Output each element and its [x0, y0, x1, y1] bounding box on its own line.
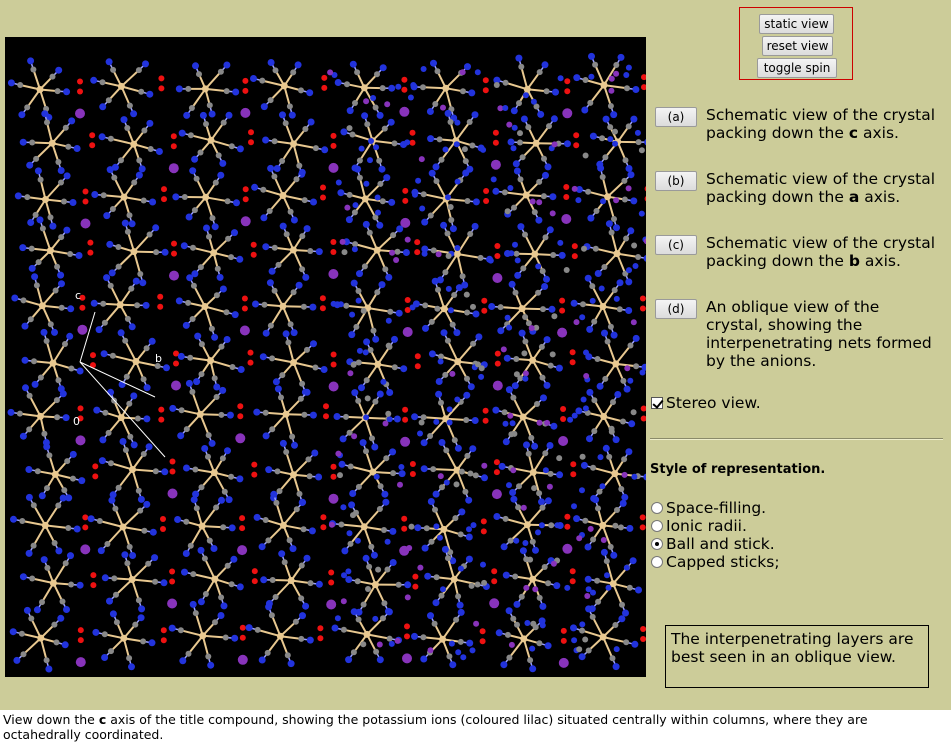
style-option-ionic-radii[interactable]: Ionic radii.: [651, 517, 747, 535]
view-d-button[interactable]: (d): [655, 299, 697, 319]
stereo-checkbox[interactable]: [651, 397, 663, 409]
view-c-button[interactable]: (c): [655, 235, 697, 255]
axis-label: c: [75, 289, 81, 302]
static-view-button[interactable]: static view: [759, 14, 834, 34]
molecule-viewer[interactable]: c b 0: [5, 37, 646, 677]
view-a-button[interactable]: (a): [655, 107, 697, 127]
view-controls: static view reset view toggle spin: [739, 7, 853, 80]
radio-button[interactable]: [651, 520, 663, 532]
style-heading: Style of representation.: [650, 462, 826, 477]
axis-label: 0: [73, 415, 80, 428]
style-option-space-filling[interactable]: Space-filling.: [651, 499, 766, 517]
view-c-description: Schematic view of the crystal packing do…: [706, 234, 936, 270]
radio-button[interactable]: [651, 556, 663, 568]
style-option-capped-sticks[interactable]: Capped sticks;: [651, 553, 780, 571]
view-b-button[interactable]: (b): [655, 171, 697, 191]
radio-button-selected[interactable]: [651, 538, 663, 550]
style-option-label: Capped sticks;: [666, 553, 780, 571]
toggle-spin-button[interactable]: toggle spin: [757, 58, 837, 78]
info-note: The interpenetrating layers are best see…: [665, 625, 929, 688]
style-option-ball-and-stick[interactable]: Ball and stick.: [651, 535, 775, 553]
stereo-label: Stereo view.: [666, 394, 761, 412]
reset-view-button[interactable]: reset view: [762, 36, 833, 56]
crystal-structure-render: c b 0: [7, 52, 646, 673]
stereo-toggle[interactable]: Stereo view.: [651, 394, 761, 412]
view-a-description: Schematic view of the crystal packing do…: [706, 106, 936, 142]
style-option-label: Ball and stick.: [666, 535, 775, 553]
axis-label: b: [155, 352, 162, 365]
view-b-description: Schematic view of the crystal packing do…: [706, 170, 936, 206]
style-option-label: Space-filling.: [666, 499, 767, 517]
divider: [650, 438, 943, 440]
view-d-description: An oblique view of the crystal, showing …: [706, 298, 932, 370]
figure-caption: View down the c axis of the title compou…: [3, 712, 868, 742]
atoms-layer: c b 0: [7, 52, 646, 673]
style-option-label: Ionic radii.: [666, 517, 747, 535]
radio-button[interactable]: [651, 502, 663, 514]
